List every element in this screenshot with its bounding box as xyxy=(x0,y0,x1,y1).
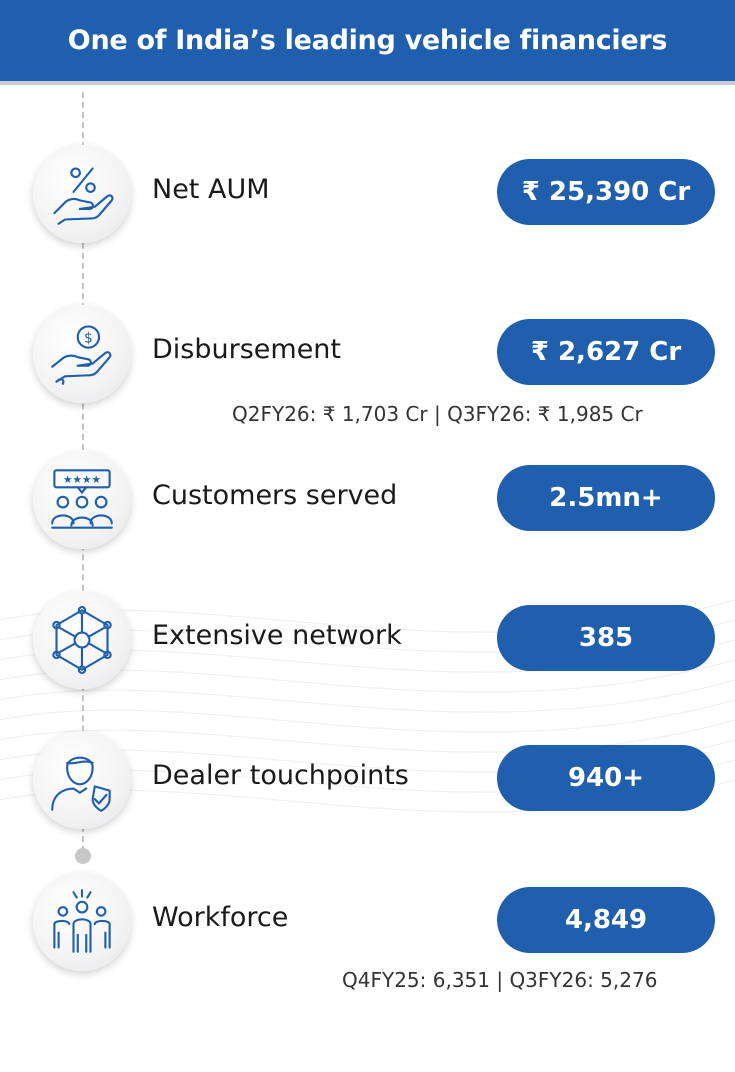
metric-value-badge: 385 xyxy=(497,605,715,671)
metric-row-workforce: Workforce 4,849 xyxy=(0,868,735,971)
header-banner: One of India’s leading vehicle financier… xyxy=(0,0,735,85)
metric-label: Workforce xyxy=(152,902,289,933)
svg-text:★★★★: ★★★★ xyxy=(63,473,101,486)
metric-value-badge: 2.5mn+ xyxy=(497,465,715,531)
metric-row-dealer: Dealer touchpoints 940+ xyxy=(0,726,735,829)
metric-comparison-note: Q4FY25: 6,351 | Q3FY26: 5,276 xyxy=(342,968,658,992)
metric-row-network: Extensive network 385 xyxy=(0,586,735,689)
metric-comparison-note: Q2FY26: ₹ 1,703 Cr | Q3FY26: ₹ 1,985 Cr xyxy=(232,402,643,426)
workforce-icon xyxy=(33,873,131,971)
network-icon xyxy=(33,591,131,689)
timeline-end-dot xyxy=(75,848,91,864)
metric-label: Extensive network xyxy=(152,620,402,651)
metric-value-badge: ₹ 25,390 Cr xyxy=(497,159,715,225)
page-title: One of India’s leading vehicle financier… xyxy=(67,25,668,56)
metric-value-badge: 4,849 xyxy=(497,887,715,953)
metric-label: Customers served xyxy=(152,480,398,511)
svg-text:$: $ xyxy=(84,330,93,346)
dealer-shield-icon xyxy=(33,731,131,829)
percent-hand-icon xyxy=(33,145,131,243)
metric-value-badge: ₹ 2,627 Cr xyxy=(497,319,715,385)
metric-row-net-aum: Net AUM ₹ 25,390 Cr xyxy=(0,140,735,243)
metric-label: Dealer touchpoints xyxy=(152,760,409,791)
metric-row-disbursement: $ Disbursement ₹ 2,627 Cr xyxy=(0,300,735,403)
metric-label: Disbursement xyxy=(152,334,341,365)
metric-row-customers: ★★★★ Customers served 2.5mn+ xyxy=(0,446,735,549)
coin-hand-icon: $ xyxy=(33,305,131,403)
customers-rating-icon: ★★★★ xyxy=(33,451,131,549)
metric-label: Net AUM xyxy=(152,174,270,205)
metric-value-badge: 940+ xyxy=(497,745,715,811)
